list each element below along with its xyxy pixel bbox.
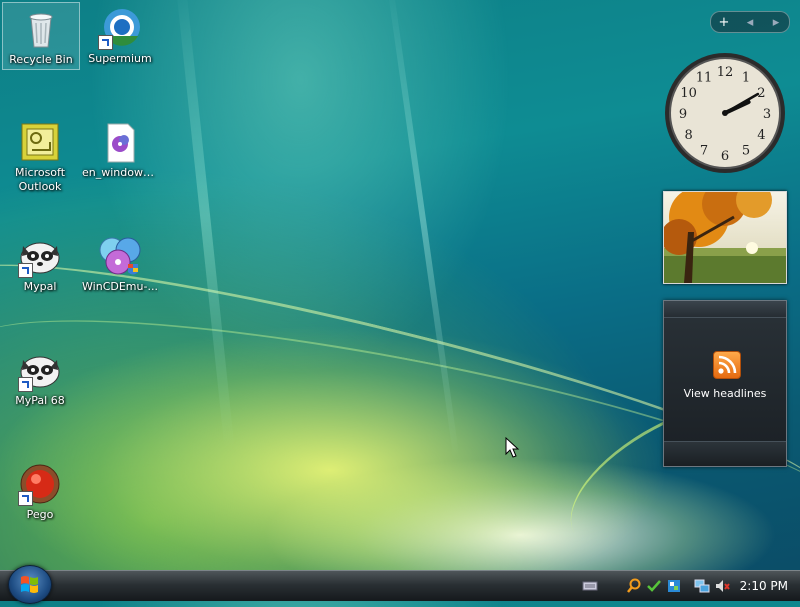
wallpaper-streak <box>175 0 235 450</box>
clock-numeral: 9 <box>679 107 687 122</box>
taskbar-clock[interactable]: 2:10 PM <box>740 579 788 593</box>
slideshow-gadget[interactable] <box>663 191 787 284</box>
clock-numeral: 10 <box>680 86 697 101</box>
icon-label: Microsoft Outlook <box>14 166 66 193</box>
mouse-pointer-icon <box>505 436 521 459</box>
mypal-raccoon-icon <box>18 234 62 278</box>
icon-label: en_windows... <box>82 166 158 179</box>
sidebar-prev-button[interactable]: ◂ <box>739 15 761 30</box>
shortcut-arrow-icon <box>18 491 33 506</box>
icon-label: MyPal 68 <box>15 394 65 407</box>
windows-logo-icon <box>21 576 38 593</box>
mypal-raccoon-icon <box>18 348 62 392</box>
shortcut-arrow-icon <box>18 263 33 278</box>
desktop-icon-recycle-bin[interactable]: Recycle Bin <box>2 2 80 70</box>
clock-numeral: 12 <box>717 65 734 80</box>
clock-gadget[interactable]: 1 2 3 4 5 6 7 8 9 10 11 12 <box>663 51 787 175</box>
clock-numeral: 8 <box>684 128 692 143</box>
sidebar-controls: + ◂ ▸ <box>710 11 790 33</box>
outlook-icon <box>18 120 62 164</box>
icon-label: WinCDEmu-... <box>82 280 158 293</box>
desktop-icon-wincdemu[interactable]: WinCDEmu-... <box>82 230 158 294</box>
autumn-landscape-image <box>664 192 786 283</box>
feed-headlines-gadget[interactable]: View headlines <box>663 300 787 467</box>
clock-numeral: 3 <box>763 107 771 122</box>
rss-feed-icon <box>713 351 741 379</box>
desktop-icon-microsoft-outlook[interactable]: Microsoft Outlook <box>2 116 78 194</box>
security-check-icon[interactable] <box>646 578 662 594</box>
clock-numeral: 7 <box>700 143 708 158</box>
disc-image-file-icon <box>98 120 142 164</box>
icon-label: Recycle Bin <box>9 53 73 66</box>
icon-label: Supermium <box>88 52 152 65</box>
sidebar-next-button[interactable]: ▸ <box>765 15 787 30</box>
desktop-icon-supermium[interactable]: Supermium <box>82 2 158 66</box>
view-headlines-link[interactable]: View headlines <box>664 387 786 400</box>
shortcut-arrow-icon <box>18 377 33 392</box>
recycle-bin-icon <box>19 7 63 51</box>
supermium-browser-icon <box>98 6 142 50</box>
clock-numeral: 6 <box>721 149 729 164</box>
pego-icon <box>18 462 62 506</box>
gadget-header <box>664 301 786 318</box>
shortcut-arrow-icon <box>98 35 113 50</box>
volume-muted-icon[interactable] <box>714 578 730 594</box>
clock-numeral: 1 <box>742 71 750 86</box>
icon-label: Mypal <box>23 280 57 293</box>
keyboard-icon[interactable] <box>582 578 598 594</box>
wallpaper-streak <box>386 0 460 459</box>
start-button[interactable] <box>8 565 52 604</box>
clock-numeral: 11 <box>696 71 713 86</box>
gadget-footer <box>664 441 786 466</box>
desktop-icon-mypal-68[interactable]: MyPal 68 <box>2 344 78 408</box>
desktop-icon-pego[interactable]: Pego <box>2 458 78 522</box>
wincdemu-icon <box>98 234 142 278</box>
clock-numeral: 5 <box>742 143 750 158</box>
notification-area: 2:10 PM <box>580 571 800 600</box>
clock-numeral: 4 <box>757 128 765 143</box>
app-tray-icon[interactable] <box>666 578 682 594</box>
search-icon[interactable] <box>626 578 642 594</box>
desktop-icon-en-windows[interactable]: en_windows... <box>82 116 158 180</box>
network-icon[interactable] <box>694 578 710 594</box>
desktop-icon-mypal[interactable]: Mypal <box>2 230 78 294</box>
icon-label: Pego <box>26 508 54 521</box>
add-gadget-button[interactable]: + <box>713 15 735 30</box>
